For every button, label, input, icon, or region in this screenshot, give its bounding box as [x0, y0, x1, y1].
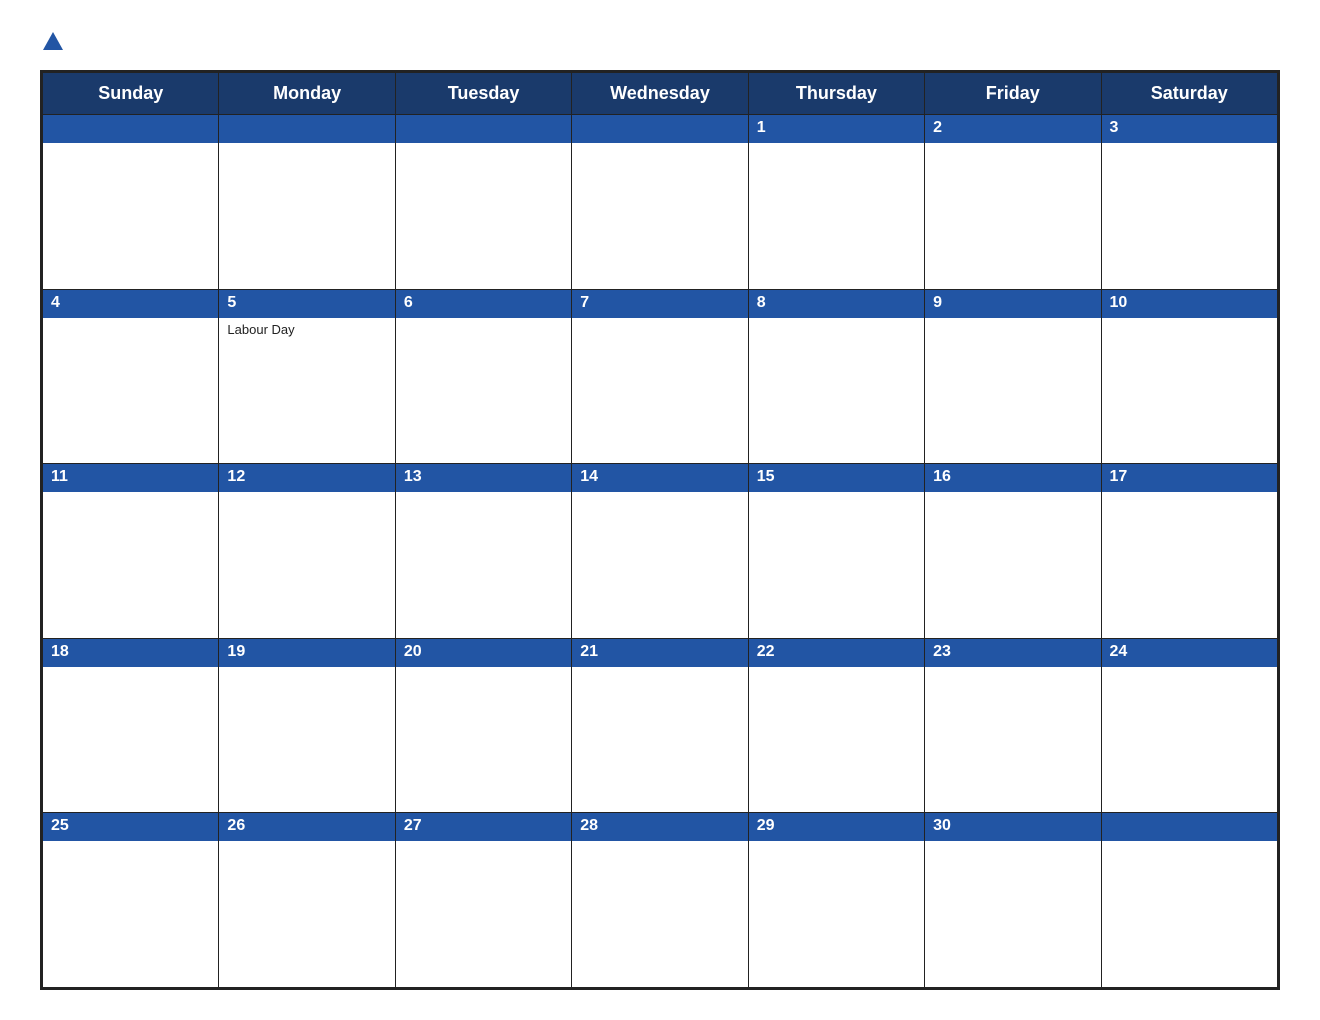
- calendar-cell: 6: [395, 289, 571, 464]
- calendar-cell: 21: [572, 638, 748, 813]
- date-number: 22: [749, 639, 924, 667]
- calendar-body: 12345Labour Day6789101112131415161718192…: [43, 115, 1278, 988]
- date-number: 3: [1102, 115, 1277, 143]
- calendar-cell: 9: [925, 289, 1101, 464]
- calendar-cell: 27: [395, 813, 571, 988]
- date-number: 21: [572, 639, 747, 667]
- calendar: SundayMondayTuesdayWednesdayThursdayFrid…: [40, 70, 1280, 990]
- weekday-thursday: Thursday: [748, 73, 924, 115]
- date-number: 16: [925, 464, 1100, 492]
- calendar-cell: 7: [572, 289, 748, 464]
- date-number: 10: [1102, 290, 1277, 318]
- calendar-cell: 8: [748, 289, 924, 464]
- calendar-cell: 13: [395, 464, 571, 639]
- date-number: 24: [1102, 639, 1277, 667]
- weekday-friday: Friday: [925, 73, 1101, 115]
- date-number: 11: [43, 464, 218, 492]
- calendar-cell: 15: [748, 464, 924, 639]
- date-number: 30: [925, 813, 1100, 841]
- calendar-cell: 29: [748, 813, 924, 988]
- calendar-cell: 1: [748, 115, 924, 290]
- calendar-cell: 25: [43, 813, 219, 988]
- calendar-cell: 18: [43, 638, 219, 813]
- date-number: 23: [925, 639, 1100, 667]
- calendar-header: SundayMondayTuesdayWednesdayThursdayFrid…: [43, 73, 1278, 115]
- date-number: 27: [396, 813, 571, 841]
- calendar-cell: 10: [1101, 289, 1277, 464]
- calendar-cell: [572, 115, 748, 290]
- date-number: 12: [219, 464, 394, 492]
- calendar-week-5: 252627282930: [43, 813, 1278, 988]
- date-number: 2: [925, 115, 1100, 143]
- empty-date-bar: [1102, 813, 1277, 841]
- date-number: 28: [572, 813, 747, 841]
- weekday-monday: Monday: [219, 73, 395, 115]
- logo: [40, 30, 66, 52]
- page-header: [40, 30, 1280, 52]
- calendar-cell: 30: [925, 813, 1101, 988]
- date-number: 18: [43, 639, 218, 667]
- calendar-cell: 20: [395, 638, 571, 813]
- calendar-cell: 2: [925, 115, 1101, 290]
- empty-date-bar: [43, 115, 218, 143]
- calendar-table: SundayMondayTuesdayWednesdayThursdayFrid…: [42, 72, 1278, 988]
- date-number: 26: [219, 813, 394, 841]
- calendar-cell: 24: [1101, 638, 1277, 813]
- date-number: 20: [396, 639, 571, 667]
- weekday-sunday: Sunday: [43, 73, 219, 115]
- calendar-cell: 4: [43, 289, 219, 464]
- calendar-cell: 23: [925, 638, 1101, 813]
- date-number: 8: [749, 290, 924, 318]
- date-number: 25: [43, 813, 218, 841]
- calendar-cell: 28: [572, 813, 748, 988]
- calendar-week-1: 123: [43, 115, 1278, 290]
- calendar-week-2: 45Labour Day678910: [43, 289, 1278, 464]
- calendar-week-4: 18192021222324: [43, 638, 1278, 813]
- calendar-cell: [395, 115, 571, 290]
- calendar-cell: 19: [219, 638, 395, 813]
- date-number: 17: [1102, 464, 1277, 492]
- calendar-cell: [219, 115, 395, 290]
- calendar-week-3: 11121314151617: [43, 464, 1278, 639]
- date-number: 13: [396, 464, 571, 492]
- calendar-cell: 5Labour Day: [219, 289, 395, 464]
- weekday-tuesday: Tuesday: [395, 73, 571, 115]
- empty-date-bar: [396, 115, 571, 143]
- weekday-saturday: Saturday: [1101, 73, 1277, 115]
- calendar-cell: 22: [748, 638, 924, 813]
- date-number: 4: [43, 290, 218, 318]
- empty-date-bar: [219, 115, 394, 143]
- calendar-cell: 26: [219, 813, 395, 988]
- date-number: 15: [749, 464, 924, 492]
- date-number: 7: [572, 290, 747, 318]
- calendar-cell: [1101, 813, 1277, 988]
- date-number: 6: [396, 290, 571, 318]
- calendar-cell: 11: [43, 464, 219, 639]
- empty-date-bar: [572, 115, 747, 143]
- calendar-cell: 16: [925, 464, 1101, 639]
- weekday-header-row: SundayMondayTuesdayWednesdayThursdayFrid…: [43, 73, 1278, 115]
- date-number: 14: [572, 464, 747, 492]
- calendar-cell: [43, 115, 219, 290]
- holiday-label: Labour Day: [219, 318, 394, 341]
- calendar-cell: 12: [219, 464, 395, 639]
- date-number: 29: [749, 813, 924, 841]
- date-number: 1: [749, 115, 924, 143]
- calendar-cell: 3: [1101, 115, 1277, 290]
- calendar-cell: 14: [572, 464, 748, 639]
- date-number: 5: [219, 290, 394, 318]
- date-number: 9: [925, 290, 1100, 318]
- calendar-cell: 17: [1101, 464, 1277, 639]
- weekday-wednesday: Wednesday: [572, 73, 748, 115]
- date-number: 19: [219, 639, 394, 667]
- logo-triangle-icon: [42, 30, 64, 52]
